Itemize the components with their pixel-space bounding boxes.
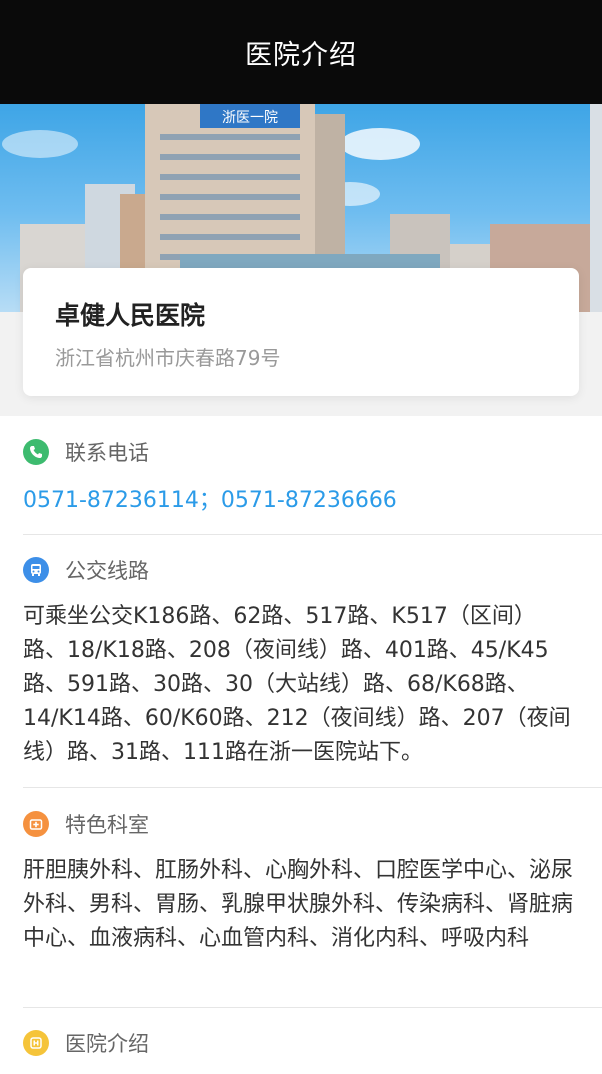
bus-title: 公交线路 [65,559,149,583]
divider [23,787,602,788]
hospital-address: 浙江省杭州市庆春路79号 [55,346,281,370]
intro-section: 医院介绍 [23,1027,579,1059]
divider [23,1007,602,1008]
contact-section: 联系电话 0571-87236114；0571-87236666 [23,436,579,514]
hospital-name: 卓健人民医院 [55,301,206,330]
medical-kit-icon [23,811,49,837]
hospital-info-card: 卓健人民医院 浙江省杭州市庆春路79号 [23,268,579,396]
divider [23,534,602,535]
departments-title: 特色科室 [65,813,149,837]
bus-icon [23,557,49,583]
departments-section: 特色科室 肝胆胰外科、肛肠外科、心胸外科、口腔医学中心、泌尿外科、男科、胃肠、乳… [23,808,579,956]
phone-icon [23,439,49,465]
phone-numbers-link[interactable]: 0571-87236114；0571-87236666 [23,482,579,514]
page-header: 医院介绍 [0,0,602,104]
page-title: 医院介绍 [245,39,357,71]
bus-routes-text: 可乘坐公交K186路、62路、517路、K517（区间）路、18/K18路、20… [23,604,571,765]
contact-title: 联系电话 [65,441,149,465]
departments-text: 肝胆胰外科、肛肠外科、心胸外科、口腔医学中心、泌尿外科、男科、胃肠、乳腺甲状腺外… [23,858,574,951]
bus-section: 公交线路 可乘坐公交K186路、62路、517路、K517（区间）路、18/K1… [23,554,579,770]
hospital-icon [23,1030,49,1056]
building-sign: 浙医一院 [222,110,278,126]
intro-title: 医院介绍 [65,1032,149,1056]
